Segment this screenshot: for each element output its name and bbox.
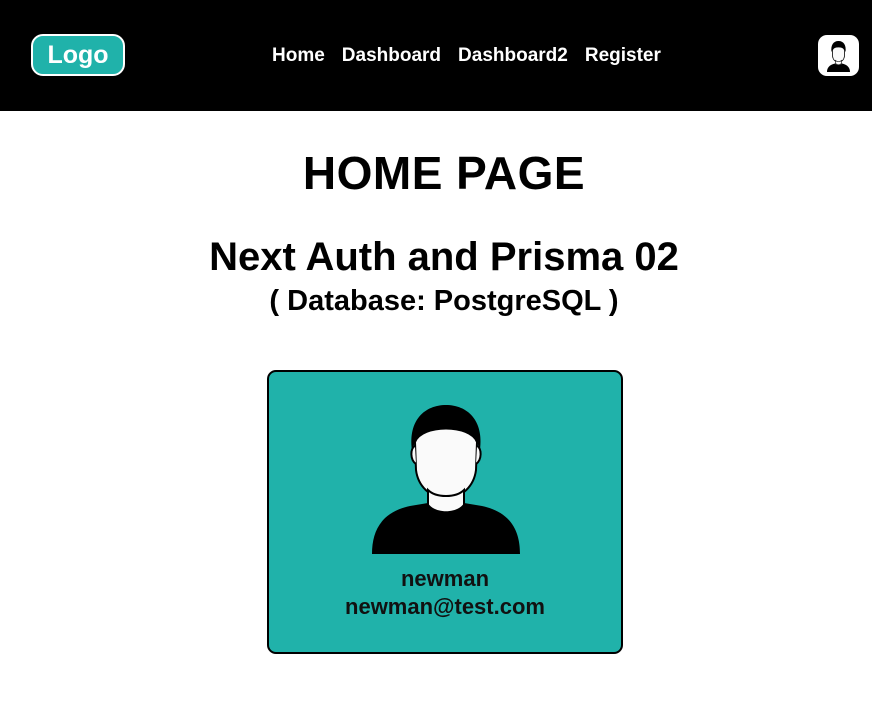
database-label: ( Database: PostgreSQL ) [269,285,619,317]
nav-link-register[interactable]: Register [585,45,661,67]
user-avatar-icon [372,405,520,554]
user-name: newman [400,566,490,591]
page-title: HOME PAGE [302,147,586,199]
profile-card: newman newman@test.com [267,370,623,654]
nav-link-dashboard[interactable]: Dashboard [342,45,441,67]
nav-link-dashboard2[interactable]: Dashboard2 [458,45,568,67]
page-subtitle: Next Auth and Prisma 02 [209,235,679,279]
user-menu-button[interactable] [818,35,859,76]
navbar: Logo Home Dashboard Dashboard2 Register [0,0,872,111]
user-email: newman@test.com [345,594,545,619]
nav-link-home[interactable]: Home [272,45,325,67]
nav-links: Home Dashboard Dashboard2 Register [272,43,661,69]
user-avatar-icon [827,41,850,72]
logo-button[interactable]: Logo [31,34,125,76]
